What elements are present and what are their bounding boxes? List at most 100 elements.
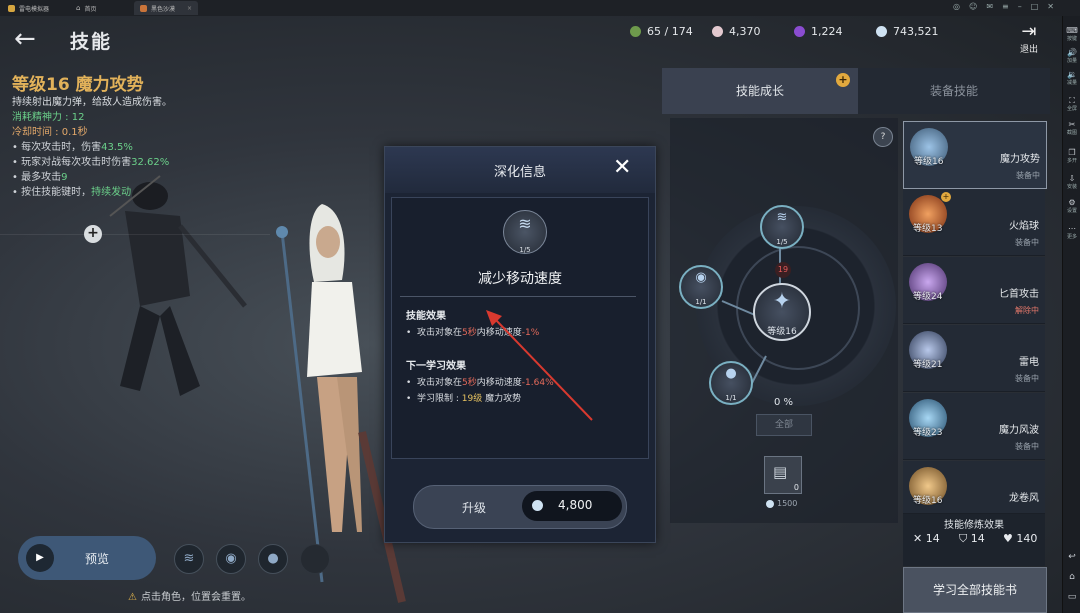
sidebar-button-multi[interactable]: ❐ 多开 bbox=[1063, 148, 1080, 164]
skill-list-item[interactable]: 等级16 魔力攻势 装备中 bbox=[903, 121, 1047, 189]
reset-notice: ⚠ 点击角色，位置会重置。 bbox=[128, 588, 251, 603]
upgrade-cost-value: 4,800 bbox=[558, 498, 593, 512]
skill-list-item[interactable]: 等级16 龙卷风 bbox=[903, 461, 1045, 514]
orb-rune-icon: ● bbox=[725, 366, 737, 381]
tab-game[interactable]: 黑色沙漠 × bbox=[134, 1, 198, 15]
back-icon: ↩ bbox=[1068, 552, 1076, 562]
skill-status: 装备中 bbox=[1015, 374, 1039, 383]
heart-icon: ♥ bbox=[1003, 532, 1013, 545]
silver-icon bbox=[532, 500, 543, 511]
back-button[interactable]: ← bbox=[14, 24, 36, 54]
emulator-name: 雷电模拟器 bbox=[19, 5, 50, 13]
nav-home-button[interactable]: ⌂ bbox=[1063, 572, 1080, 582]
upgrade-button[interactable]: 升级 4,800 bbox=[413, 485, 627, 529]
tab-home[interactable]: ⌂ 首页 bbox=[70, 1, 132, 15]
skill-cost: 消耗精神力 : 12 bbox=[12, 112, 85, 123]
emulator-titlebar: 雷电模拟器 ⌂ 首页 黑色沙漠 × ◎ ☺ ✉ ≡ – □ ✕ bbox=[0, 0, 1080, 17]
sidebar-button-screenshot[interactable]: ✂ 截图 bbox=[1063, 120, 1080, 136]
skill-name: 雷电 bbox=[1019, 357, 1039, 368]
sidebar-button-keyboard[interactable]: ⌨ 按键 bbox=[1063, 26, 1080, 42]
user-icon[interactable]: ☺ bbox=[969, 2, 977, 11]
skill-level-name: 等级16 魔力攻势 bbox=[12, 75, 144, 95]
add-position-button[interactable]: + bbox=[84, 225, 102, 243]
sidebar-label: 多开 bbox=[1066, 158, 1077, 164]
close-icon[interactable]: ✕ bbox=[613, 155, 631, 180]
keyboard-icon: ⌨ bbox=[1066, 26, 1078, 35]
preview-button[interactable]: ▶ 预览 bbox=[18, 536, 156, 580]
sidebar-label: 按键 bbox=[1066, 36, 1077, 42]
sidebar-button-install[interactable]: ⇩ 安装 bbox=[1063, 174, 1080, 190]
limit-level: 19级 bbox=[461, 394, 483, 404]
node-level: 等级16 bbox=[767, 327, 797, 337]
mail-icon[interactable]: ✉ bbox=[986, 2, 993, 11]
skill-slot-empty[interactable] bbox=[300, 544, 330, 574]
modal-content: ≋ 1/5 减少移动速度 技能效果 • 攻击对象在5秒内移动速度-1% 下一学习… bbox=[391, 197, 649, 459]
all-button[interactable]: 全部 bbox=[756, 414, 812, 436]
skill-list-item[interactable]: 等级24 匕首攻击 解除中 bbox=[903, 257, 1045, 324]
play-icon: ▶ bbox=[26, 544, 54, 572]
skill-book-slot[interactable]: ▤ 0 bbox=[764, 456, 802, 494]
tree-node-left[interactable]: ◉ 1/1 bbox=[679, 265, 723, 309]
rune-icon: ≋ bbox=[518, 214, 532, 233]
sidebar-button-settings[interactable]: ⚙ 设置 bbox=[1063, 198, 1080, 214]
page-title: 技能 bbox=[70, 31, 113, 53]
sidebar-button-volume-down[interactable]: 🔉 减量 bbox=[1063, 70, 1080, 86]
resource-energy: 65 / 174 bbox=[630, 25, 693, 38]
volume-up-icon: 🔊 bbox=[1067, 48, 1077, 57]
tab-equip-skill[interactable]: 装备技能 bbox=[858, 68, 1050, 114]
sidebar-button-fullscreen[interactable]: ⛶ 全屏 bbox=[1063, 96, 1080, 112]
volume-down-icon: 🔉 bbox=[1067, 70, 1077, 79]
resource-value: 4,370 bbox=[729, 25, 761, 38]
upgrade-cost: 4,800 bbox=[522, 491, 622, 521]
close-tab-icon[interactable]: × bbox=[187, 5, 192, 12]
tab-skill-growth[interactable]: 技能成长 bbox=[662, 68, 858, 114]
training-stat: ✕ 14 bbox=[913, 532, 940, 545]
home-icon: ⌂ bbox=[76, 4, 81, 12]
resource-value: 65 / 174 bbox=[647, 25, 693, 38]
resource-gem: 1,224 bbox=[794, 25, 843, 38]
sidebar-button-volume-up[interactable]: 🔊 加量 bbox=[1063, 48, 1080, 64]
skill-cooldown: 冷却时间 : 0.1秒 bbox=[12, 127, 88, 138]
notice-text: 点击角色，位置会重置。 bbox=[140, 592, 251, 603]
skill-slot-3[interactable]: ● bbox=[258, 544, 288, 574]
maximize-icon[interactable]: □ bbox=[1031, 2, 1039, 11]
emulator-logo-icon bbox=[8, 4, 15, 12]
effect-text: 攻击对象在 bbox=[417, 328, 463, 338]
skill-name: 火焰球 bbox=[1009, 221, 1039, 232]
silver-icon bbox=[766, 499, 774, 508]
skill-list-item[interactable]: 等级23 魔力风波 装备中 bbox=[903, 393, 1045, 460]
skill-list-item[interactable]: + 等级13 火焰球 装备中 bbox=[903, 189, 1045, 256]
skill-slot-2[interactable]: ◉ bbox=[216, 544, 246, 574]
gamepad-icon[interactable]: ◎ bbox=[953, 2, 960, 11]
divider bbox=[400, 296, 636, 297]
book-count: 0 bbox=[793, 483, 799, 492]
shield-icon: ⛉ bbox=[959, 532, 968, 545]
skill-name: 魔力攻势 bbox=[1000, 154, 1040, 165]
tab-home-label: 首页 bbox=[84, 5, 97, 13]
minimize-icon[interactable]: – bbox=[1018, 2, 1022, 11]
skill-status: 装备中 bbox=[1015, 442, 1039, 451]
info-portrait-icon[interactable]: ? bbox=[873, 127, 893, 147]
skill-level: 等级24 bbox=[913, 292, 943, 302]
nav-back-button[interactable]: ↩ bbox=[1063, 552, 1080, 562]
menu-icon[interactable]: ≡ bbox=[1002, 2, 1009, 11]
sidebar-label: 设置 bbox=[1066, 208, 1077, 214]
resource-value: 1,224 bbox=[811, 25, 843, 38]
tree-node-bottom[interactable]: ● 1/1 bbox=[709, 361, 753, 405]
tree-node-main[interactable]: ✦ 等级16 bbox=[753, 283, 811, 341]
nav-recent-button[interactable]: ▭ bbox=[1063, 592, 1080, 602]
tree-node-top[interactable]: ≋ 1/5 bbox=[760, 205, 804, 249]
sidebar-button-more[interactable]: ⋯ 更多 bbox=[1063, 224, 1080, 240]
stat-value: 14 bbox=[925, 532, 940, 545]
skill-list-item[interactable]: 等级21 雷电 装备中 bbox=[903, 325, 1045, 392]
skill-slot-1[interactable]: ≋ bbox=[174, 544, 204, 574]
close-window-icon[interactable]: ✕ bbox=[1047, 2, 1054, 11]
skill-bullet: • 玩家对战每次攻击时伤害32.62% bbox=[12, 157, 170, 168]
learn-all-button[interactable]: 学习全部技能书 bbox=[903, 567, 1047, 613]
book-cost: 1500 bbox=[766, 499, 797, 508]
skill-level: 等级13 bbox=[913, 224, 943, 234]
exit-button[interactable]: ⇥ 退出 bbox=[1020, 22, 1038, 56]
deepen-skill-name: 减少移动速度 bbox=[478, 271, 562, 287]
bullet-value: 43.5% bbox=[101, 142, 133, 153]
limit-text: 学习限制 : bbox=[417, 394, 462, 404]
